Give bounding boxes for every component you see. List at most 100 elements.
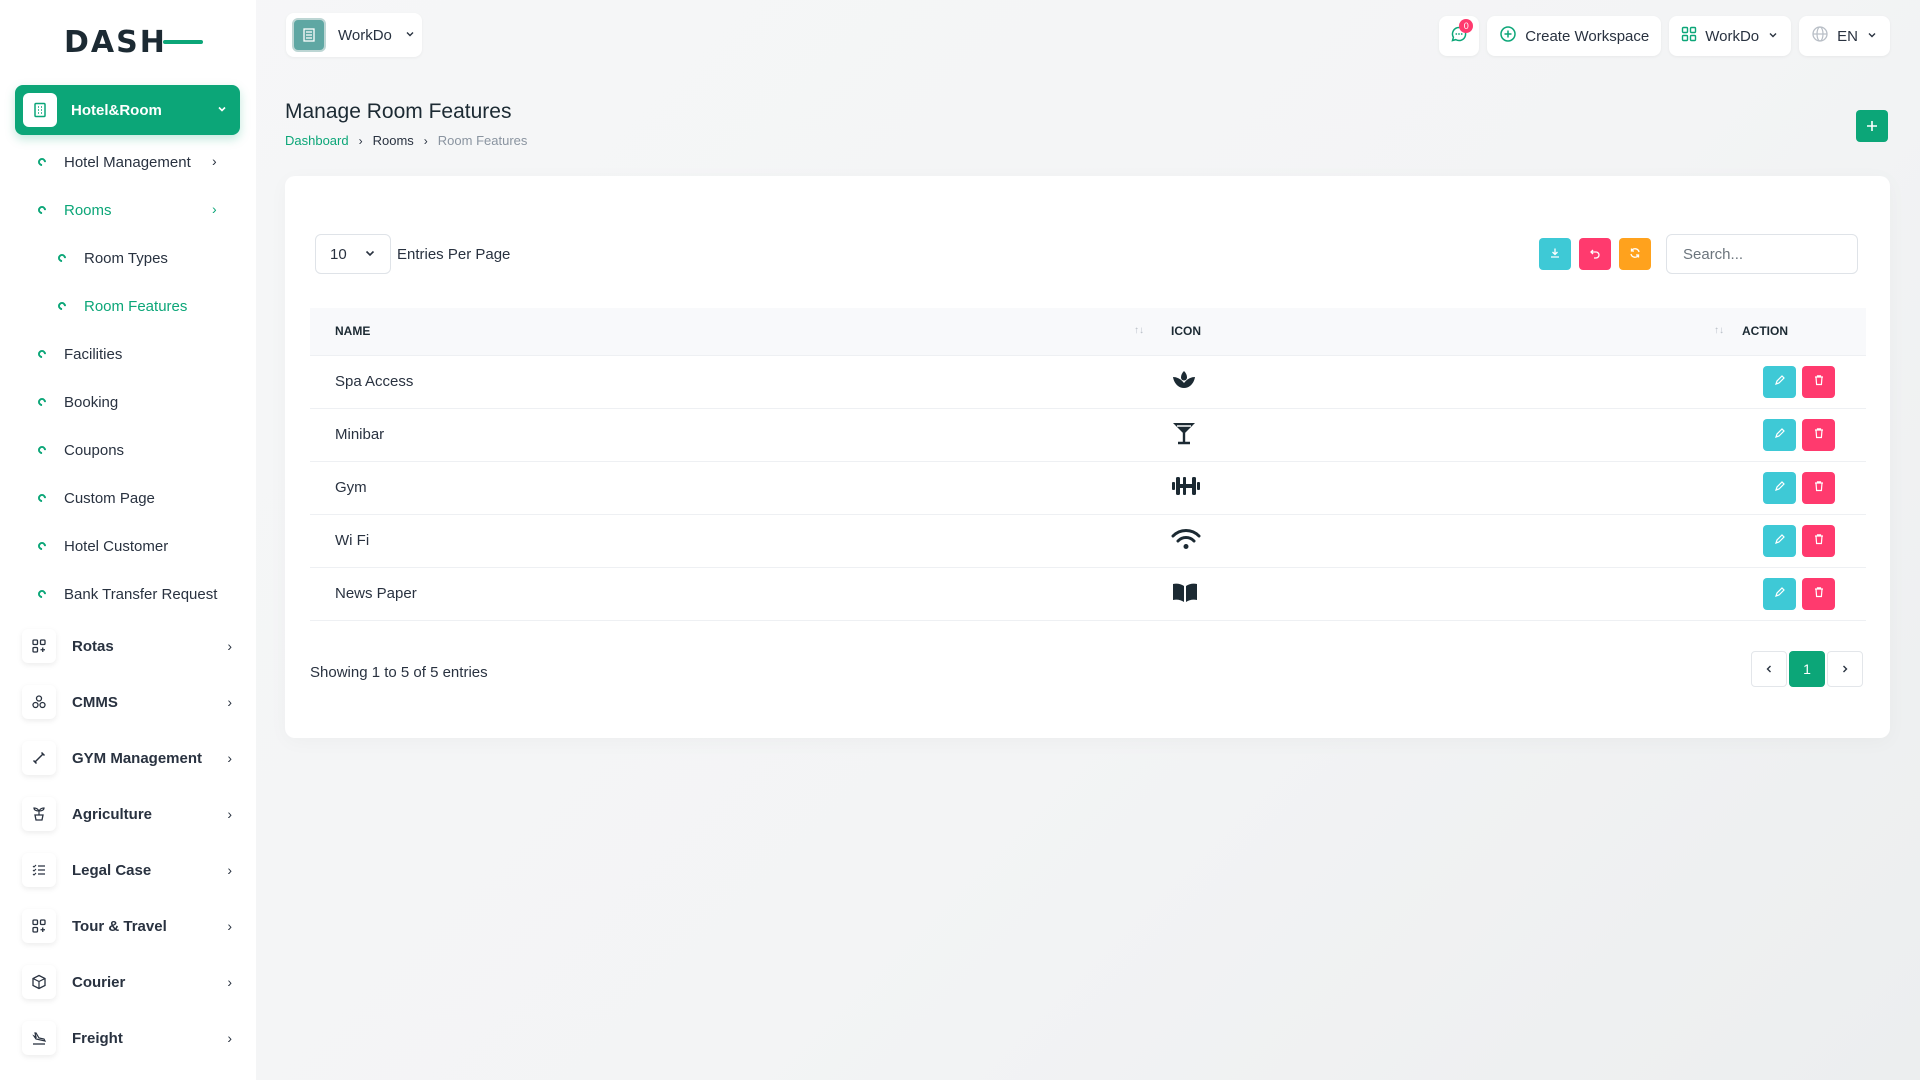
create-workspace-button[interactable]: Create Workspace [1487, 16, 1662, 56]
chevron-right-icon: › [227, 974, 232, 990]
action-cell [1738, 514, 1866, 567]
language-button[interactable]: EN [1799, 16, 1890, 56]
breadcrumb-dashboard[interactable]: Dashboard [285, 133, 349, 148]
sidebar-item-label: Hotel Customer [64, 537, 169, 555]
book-open-icon [1171, 583, 1199, 607]
logo-accent [162, 40, 203, 44]
entries-value: 10 [330, 245, 347, 263]
column-header-name[interactable]: NAME ↑↓ [310, 308, 1158, 355]
workspace-avatar [292, 18, 326, 52]
workspace-switcher[interactable]: WorkDo [286, 13, 422, 57]
topbar-actions: 0 Create Workspace WorkDo EN [1439, 16, 1890, 56]
table-row: Gym [310, 461, 1866, 514]
feature-icon-cell [1158, 567, 1738, 620]
chevron-right-icon: › [212, 201, 217, 217]
pencil-icon [1774, 373, 1786, 390]
sidebar-group-label: Courier [72, 973, 126, 991]
sidebar-group-rotas[interactable]: Rotas › [22, 627, 232, 665]
workspace-menu-button[interactable]: WorkDo [1669, 16, 1792, 56]
add-room-feature-button[interactable] [1856, 110, 1888, 142]
chevron-right-icon [1840, 661, 1850, 677]
grid-icon [1681, 26, 1697, 46]
undo-button[interactable] [1579, 238, 1611, 270]
sidebar-group-agriculture[interactable]: Agriculture › [22, 795, 232, 833]
edit-button[interactable] [1763, 524, 1796, 557]
pagination-prev-button[interactable] [1751, 651, 1787, 687]
pagination-next-button[interactable] [1827, 651, 1863, 687]
action-cell [1738, 408, 1866, 461]
chevron-right-icon: › [227, 694, 232, 710]
delete-button[interactable] [1802, 524, 1835, 557]
pagination-page-button[interactable]: 1 [1789, 651, 1825, 687]
sidebar-group-cmms[interactable]: CMMS › [22, 683, 232, 721]
feature-icon-cell [1158, 408, 1738, 461]
sidebar-item-booking[interactable]: Booking [36, 390, 118, 414]
breadcrumb-rooms[interactable]: Rooms [373, 133, 414, 148]
trash-icon [1813, 426, 1825, 443]
chevron-right-icon: › [227, 918, 232, 934]
refresh-button[interactable] [1619, 238, 1651, 270]
sidebar-group-label: Agriculture [72, 805, 153, 823]
entries-per-page-select[interactable]: 10 [315, 234, 391, 274]
chevron-right-icon: › [227, 806, 232, 822]
sidebar-item-label: Room Features [84, 297, 188, 315]
sidebar-group-label: Rotas [72, 637, 114, 655]
feature-icon-cell [1158, 461, 1738, 514]
sidebar-item-room-features[interactable]: Room Features [56, 294, 188, 318]
list-check-icon [22, 853, 56, 887]
trash-icon [1813, 585, 1825, 602]
sidebar-group-hotel-room[interactable]: Hotel&Room [15, 85, 240, 135]
sidebar-item-rooms[interactable]: Rooms › [36, 198, 217, 222]
export-button[interactable] [1539, 238, 1571, 270]
bullet-icon [36, 444, 48, 456]
sidebar-group-label: Legal Case [72, 861, 152, 879]
chevron-down-icon [216, 102, 228, 119]
edit-button[interactable] [1763, 471, 1796, 504]
sidebar-group-tour-travel[interactable]: Tour & Travel › [22, 907, 232, 945]
column-header-label: NAME [335, 324, 371, 339]
search-input[interactable] [1666, 234, 1858, 274]
action-cell [1738, 355, 1866, 408]
plant-icon [22, 797, 56, 831]
sidebar-group-freight[interactable]: Freight › [22, 1019, 232, 1057]
column-header-icon[interactable]: ICON ↑↓ [1158, 308, 1738, 355]
feature-name: News Paper [335, 585, 417, 602]
trash-icon [1813, 532, 1825, 549]
create-workspace-label: Create Workspace [1525, 27, 1650, 45]
bullet-icon [36, 396, 48, 408]
sidebar-item-facilities[interactable]: Facilities [36, 342, 122, 366]
edit-button[interactable] [1763, 365, 1796, 398]
sidebar-group-gym-management[interactable]: GYM Management › [22, 739, 232, 777]
sidebar-group-legal-case[interactable]: Legal Case › [22, 851, 232, 889]
sidebar-item-hotel-customer[interactable]: Hotel Customer [36, 534, 169, 558]
delete-button[interactable] [1802, 418, 1835, 451]
bullet-icon [56, 252, 68, 264]
edit-button[interactable] [1763, 577, 1796, 610]
delete-button[interactable] [1802, 365, 1835, 398]
sidebar-item-custom-page[interactable]: Custom Page [36, 486, 155, 510]
chevron-down-icon [404, 27, 416, 44]
delete-button[interactable] [1802, 577, 1835, 610]
sidebar-item-bank-transfer-request[interactable]: Bank Transfer Request [36, 582, 217, 606]
page-title: Manage Room Features [285, 100, 512, 123]
bullet-icon [36, 540, 48, 552]
dumbbell-icon [1171, 476, 1201, 501]
feature-icon-cell [1158, 355, 1738, 408]
messages-button[interactable]: 0 [1439, 16, 1480, 56]
trash-icon [1813, 373, 1825, 390]
chevron-right-icon: › [212, 153, 217, 169]
brand-logo[interactable]: DASH [64, 24, 203, 60]
sidebar-item-room-types[interactable]: Room Types [56, 246, 168, 270]
bullet-icon [36, 204, 48, 216]
sidebar-item-hotel-management[interactable]: Hotel Management › [36, 150, 217, 174]
pencil-icon [1774, 479, 1786, 496]
pencil-icon [1774, 585, 1786, 602]
sidebar-item-coupons[interactable]: Coupons [36, 438, 124, 462]
edit-button[interactable] [1763, 418, 1796, 451]
chevron-right-icon: › [227, 862, 232, 878]
delete-button[interactable] [1802, 471, 1835, 504]
feature-name: Wi Fi [335, 532, 370, 549]
sidebar-group-courier[interactable]: Courier › [22, 963, 232, 1001]
action-cell [1738, 567, 1866, 620]
feature-name: Spa Access [335, 373, 414, 390]
